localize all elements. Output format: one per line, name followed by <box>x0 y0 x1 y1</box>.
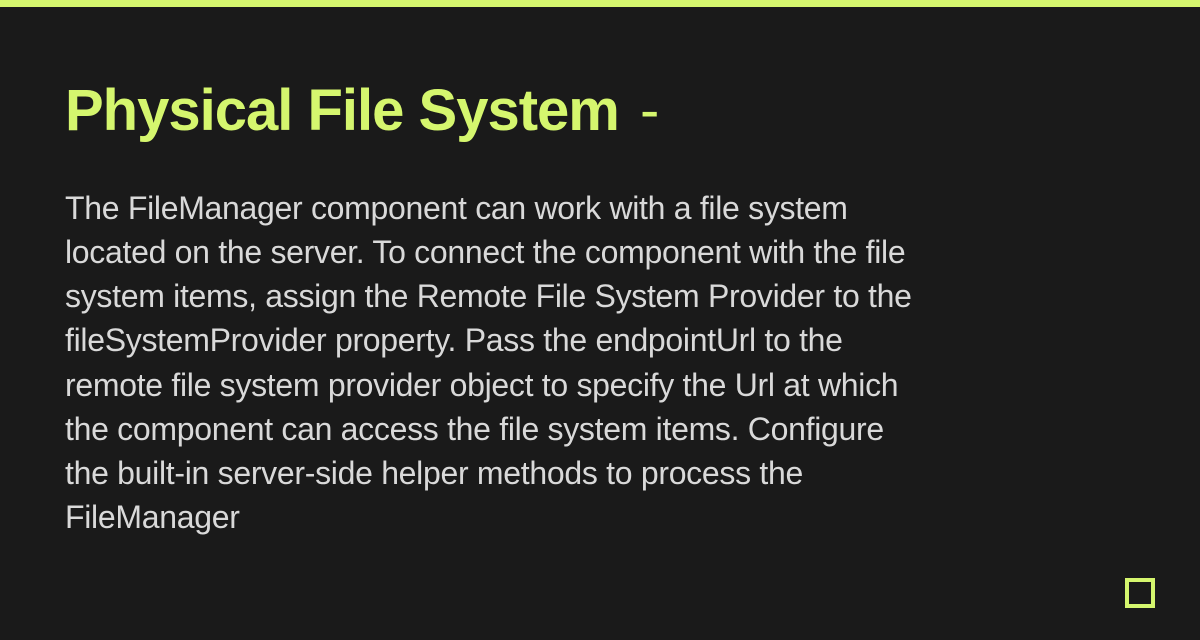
title-text: Physical File System <box>65 78 619 143</box>
body-paragraph: The FileManager component can work with … <box>65 186 915 539</box>
square-indicator-icon <box>1125 578 1155 608</box>
page-title: Physical File System - <box>65 77 1135 144</box>
title-separator: - <box>640 78 658 143</box>
content-area: Physical File System - The FileManager c… <box>0 7 1200 539</box>
accent-top-bar <box>0 0 1200 7</box>
